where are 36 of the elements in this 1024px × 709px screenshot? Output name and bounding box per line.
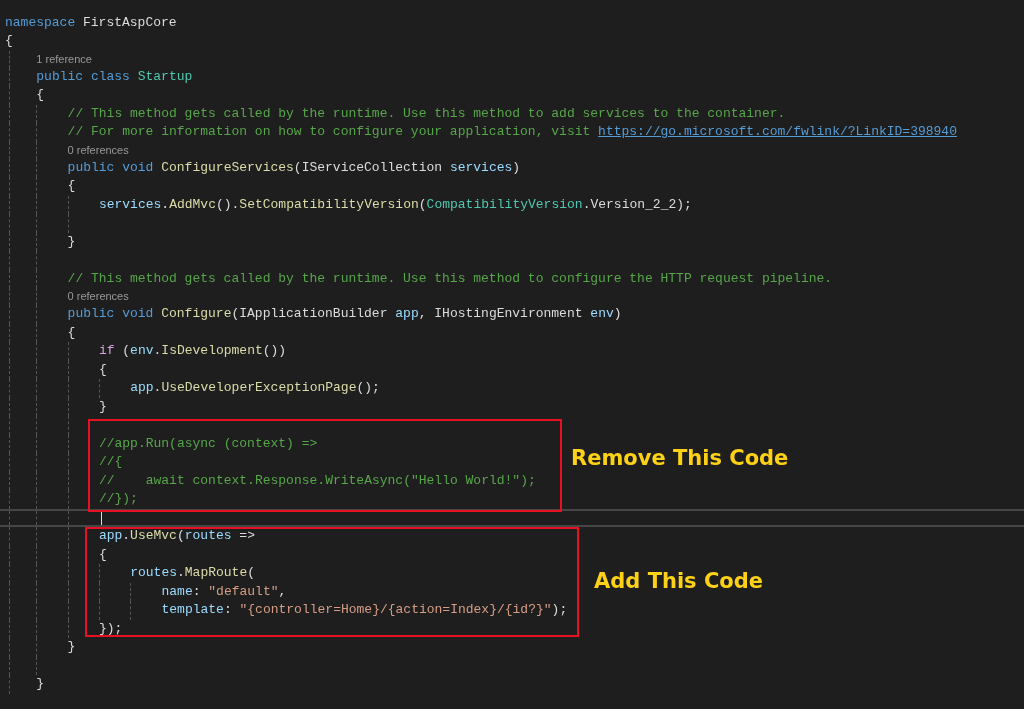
code-line: // This method gets called by the runtime. Use this method to configure the HTTP request pipeline. — [67, 269, 833, 288]
code-line: services.AddMvc().SetCompatibilityVersion(CompatibilityVersion.Version_2_2); — [98, 195, 692, 214]
code-line: public void ConfigureServices(IServiceCollection services) — [67, 158, 521, 177]
reference-count-link[interactable]: 0 references — [67, 288, 129, 306]
code-line: } — [67, 638, 76, 657]
reference-count-link[interactable]: 1 reference — [36, 50, 92, 68]
code-line: // For more information on how to configure your application, visit https://go.microsoft.com/fwlink/?LinkID=398940 — [67, 123, 957, 142]
code-line: //{ — [98, 453, 123, 472]
reference-count-link[interactable]: 0 references — [67, 141, 129, 159]
code-line: } — [67, 232, 76, 251]
code-line: // This method gets called by the runtime. Use this method to add services to the container. — [67, 104, 786, 123]
annotation-label: Remove This Code — [571, 446, 789, 470]
code-line: namespace FirstAspCore — [5, 13, 177, 32]
code-line: { — [5, 32, 13, 51]
code-line: { — [67, 177, 76, 196]
code-line: { — [98, 360, 107, 379]
code-line: }); — [98, 619, 123, 638]
code-line: { — [98, 545, 107, 564]
code-line: template: "{controller=Home}/{action=Index}/{id?}"); — [161, 601, 568, 620]
url-link[interactable]: https://go.microsoft.com/fwlink/?LinkID=398940 — [598, 124, 957, 140]
code-line: { — [36, 86, 45, 105]
code-line: app.UseDeveloperExceptionPage(); — [130, 379, 380, 398]
code-line: public void Configure(IApplicationBuilder app, IHostingEnvironment env) — [67, 305, 622, 324]
code-line: { — [67, 323, 76, 342]
text-cursor — [100, 510, 102, 526]
code-line: routes.MapRoute( — [130, 564, 256, 583]
code-line: } — [98, 397, 107, 416]
annotation-label: Add This Code — [594, 569, 764, 593]
code-line: } — [36, 675, 45, 694]
code-line: name: "default", — [161, 582, 287, 601]
code-line: // await context.Response.WriteAsync("Hello World!"); — [98, 471, 536, 490]
code-line: app.UseMvc(routes => — [98, 527, 255, 546]
code-line: public class Startup — [36, 67, 193, 86]
code-line: //app.Run(async (context) => — [98, 434, 318, 453]
code-line: if (env.IsDevelopment()) — [98, 342, 287, 361]
code-line: //}); — [98, 490, 138, 509]
